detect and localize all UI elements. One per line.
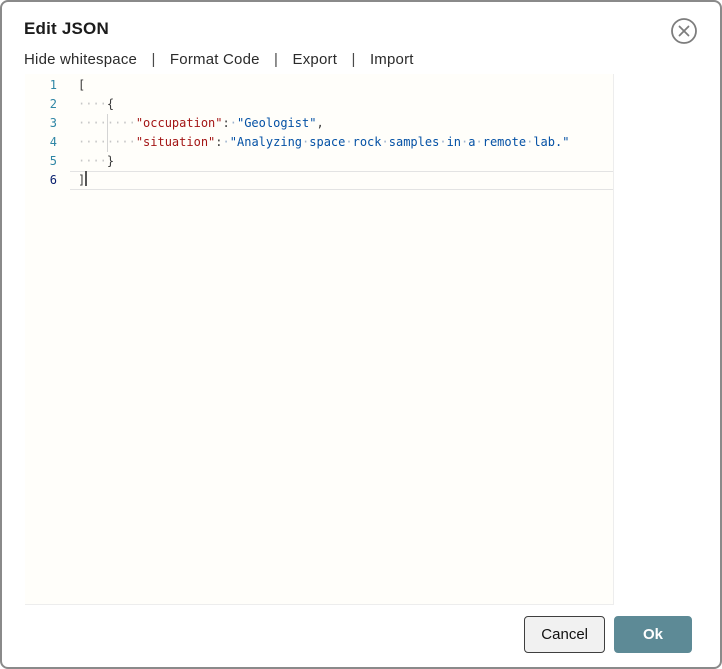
code-token: { xyxy=(106,97,115,111)
code-token: "Geologist" xyxy=(236,116,317,130)
code-token: lab." xyxy=(533,135,570,149)
text-cursor xyxy=(85,171,88,186)
code-token: ···· xyxy=(106,116,136,130)
code-line-content: ········"situation":·"Analyzing·space·ro… xyxy=(70,133,613,152)
line-number: 1 xyxy=(49,78,57,92)
cancel-button[interactable]: Cancel xyxy=(524,616,605,653)
code-token: rock xyxy=(352,135,382,149)
code-token: [ xyxy=(78,78,86,92)
code-token: ] xyxy=(78,173,86,187)
code-token: · xyxy=(439,135,447,149)
toolbar-item-format-code[interactable]: Format Code xyxy=(170,51,260,68)
code-token: samples xyxy=(388,135,440,149)
code-token: ···· xyxy=(106,135,136,149)
editor-toolbar: Hide whitespace | Format Code | Export |… xyxy=(24,51,414,68)
code-token: } xyxy=(106,154,115,168)
code-line-content: ····{ xyxy=(70,95,613,114)
code-line-content: ········"occupation":·"Geologist", xyxy=(70,114,613,133)
code-line-content: ····} xyxy=(70,152,613,171)
code-token: "occupation" xyxy=(135,116,223,130)
code-token: : xyxy=(222,116,230,130)
code-token: space xyxy=(309,135,346,149)
code-line[interactable]: 2 ····{ xyxy=(25,95,613,114)
circle-x-icon xyxy=(670,18,698,48)
code-line[interactable]: 5 ····} xyxy=(25,152,613,171)
code-token: · xyxy=(229,116,237,130)
code-token: remote xyxy=(482,135,527,149)
code-line[interactable]: 4 ········"situation":·"Analyzing·space·r… xyxy=(25,133,613,152)
code-token: "situation" xyxy=(135,135,216,149)
line-number: 5 xyxy=(49,154,57,168)
line-number: 2 xyxy=(49,97,57,111)
code-token: · xyxy=(222,135,230,149)
code-token: in xyxy=(446,135,462,149)
line-number: 3 xyxy=(49,116,57,130)
toolbar-item-export[interactable]: Export xyxy=(293,51,338,68)
ok-button[interactable]: Ok xyxy=(614,616,692,653)
line-number: 4 xyxy=(49,135,57,149)
code-token: ···· xyxy=(78,97,107,111)
code-token: ···· xyxy=(78,116,107,130)
toolbar-item-import[interactable]: Import xyxy=(370,51,414,68)
code-line-content: ] xyxy=(70,171,613,190)
code-token: · xyxy=(475,135,483,149)
toolbar-separator: | xyxy=(274,51,279,68)
json-code-editor[interactable]: 1[2 ····{3 ········"occupation":·"Geologis… xyxy=(25,74,614,605)
code-token: , xyxy=(316,116,324,130)
edit-json-dialog: Edit JSON Hide whitespace | Format Code … xyxy=(0,0,722,669)
close-button[interactable] xyxy=(670,17,698,45)
toolbar-separator: | xyxy=(151,51,156,68)
toolbar-item-hide-whitespace[interactable]: Hide whitespace xyxy=(24,51,137,68)
code-token: "Analyzing xyxy=(229,135,303,149)
code-token: · xyxy=(381,135,389,149)
code-line[interactable]: 6] xyxy=(25,171,613,190)
dialog-footer: Cancel Ok xyxy=(524,616,692,653)
code-token: : xyxy=(215,135,223,149)
code-line-content: [ xyxy=(70,76,613,95)
toolbar-separator: | xyxy=(351,51,356,68)
dialog-title: Edit JSON xyxy=(24,19,109,38)
code-line[interactable]: 3 ········"occupation":·"Geologist", xyxy=(25,114,613,133)
line-number: 6 xyxy=(49,173,57,187)
code-line[interactable]: 1[ xyxy=(25,76,613,95)
code-token: ···· xyxy=(78,135,107,149)
code-token: ···· xyxy=(78,154,107,168)
code-token: · xyxy=(345,135,353,149)
